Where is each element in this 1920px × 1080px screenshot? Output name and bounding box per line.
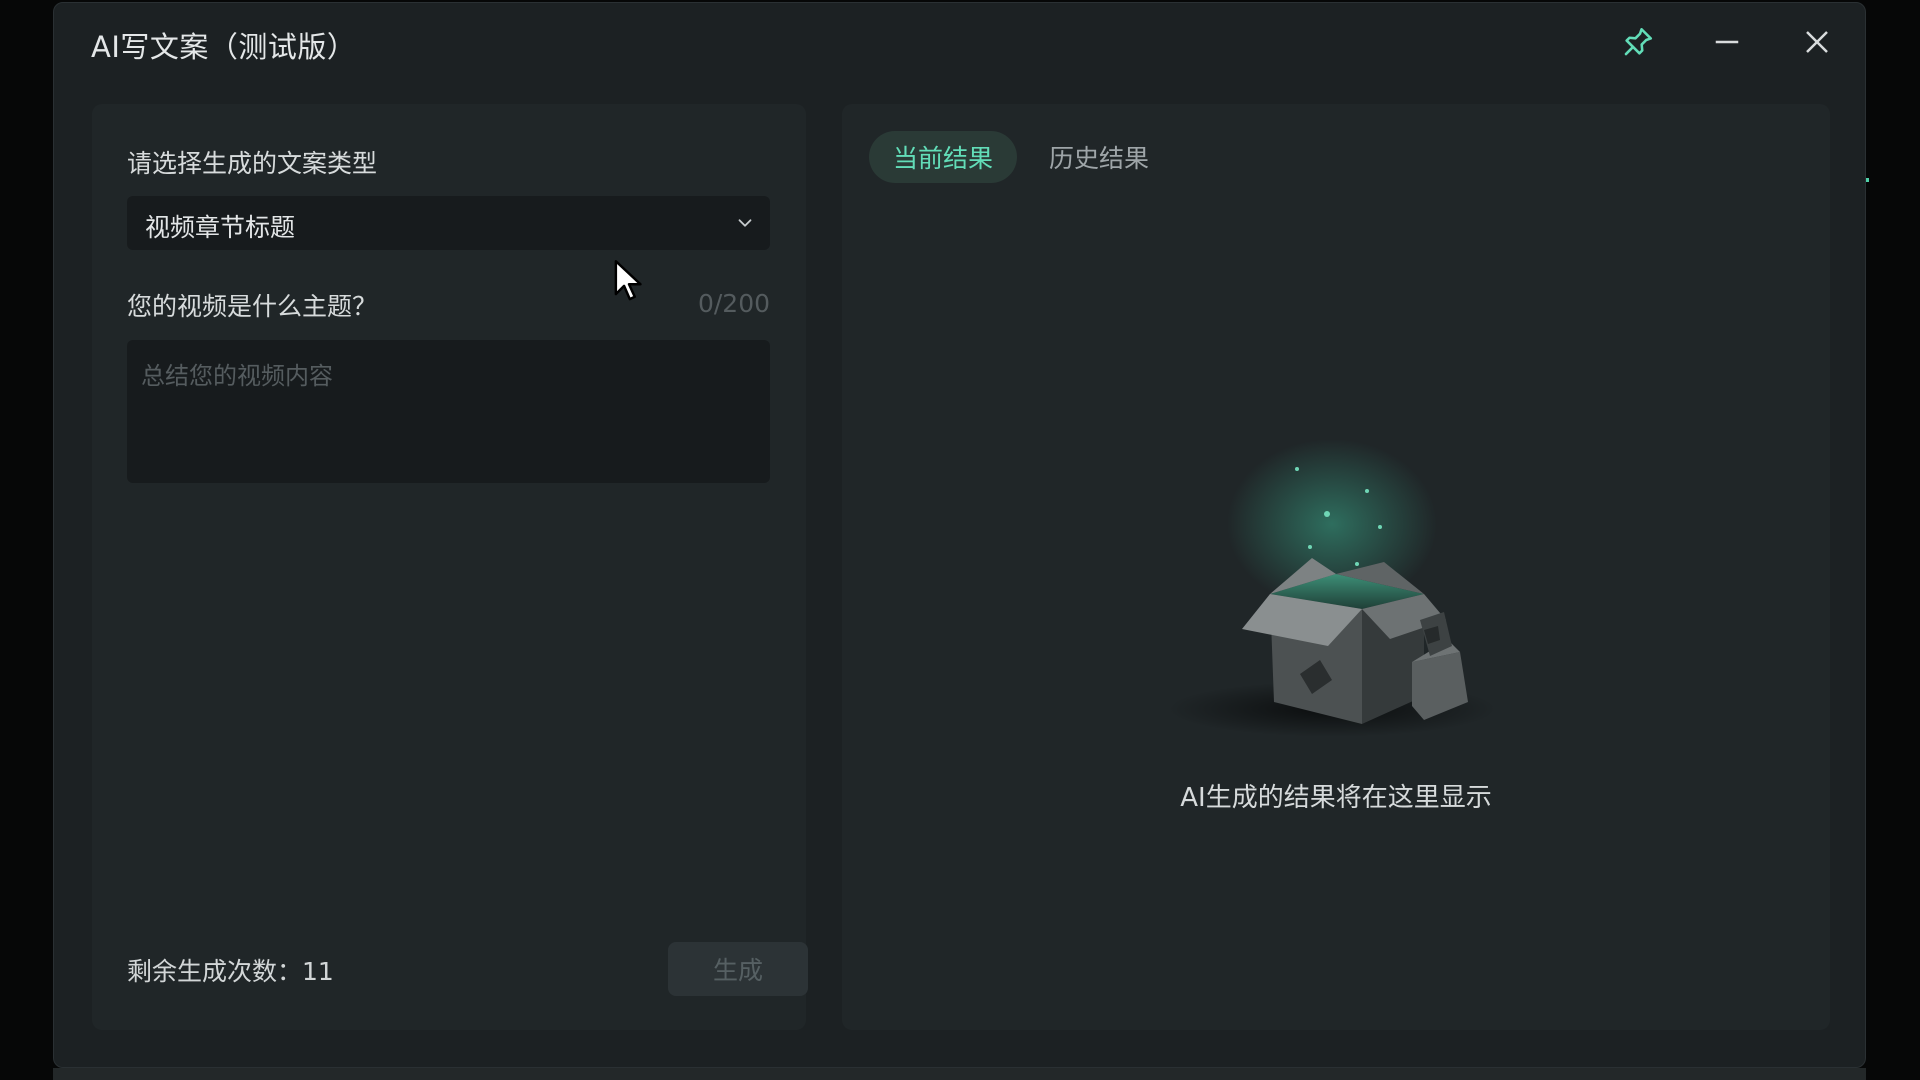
minimize-button[interactable] (1704, 19, 1750, 65)
minimize-icon (1715, 40, 1739, 44)
background-accent-dot (1866, 178, 1869, 182)
empty-box-illustration (1167, 439, 1497, 737)
copy-type-select[interactable]: 视频章节标题 (127, 196, 770, 250)
copy-type-selected-value: 视频章节标题 (145, 213, 296, 242)
input-panel: 请选择生成的文案类型 视频章节标题 您的视频是什么主题？ 0/200 剩余生成次… (92, 104, 808, 1030)
tab-current-results[interactable]: 当前结果 (869, 131, 1018, 183)
close-icon (1806, 31, 1828, 53)
title-bar: AI写文案（测试版） (54, 3, 1865, 81)
window-bottom-edge (53, 1068, 1866, 1080)
window-title: AI写文案（测试版） (91, 30, 357, 64)
generate-button[interactable]: 生成 (668, 942, 808, 996)
close-button[interactable] (1794, 19, 1840, 65)
chevron-down-icon (738, 219, 752, 227)
character-counter: 0/200 (697, 289, 770, 318)
empty-state-message: AI生成的结果将在这里显示 (1180, 783, 1492, 813)
remaining-generations: 剩余生成次数：11 (127, 957, 334, 986)
copy-type-label: 请选择生成的文案类型 (127, 149, 378, 178)
ai-copywriting-window: AI写文案（测试版） 请选择生成的文案类型 视频章节标题 您的视频是什么主题？ … (53, 2, 1866, 1068)
tab-history-results[interactable]: 历史结果 (1025, 131, 1173, 183)
pin-button[interactable] (1615, 19, 1661, 65)
topic-textarea[interactable] (127, 340, 770, 483)
results-panel: 当前结果 历史结果 AI生成的结果将在这里显示 (842, 104, 1830, 1030)
topic-label: 您的视频是什么主题？ (127, 292, 378, 321)
pin-icon (1624, 27, 1653, 56)
